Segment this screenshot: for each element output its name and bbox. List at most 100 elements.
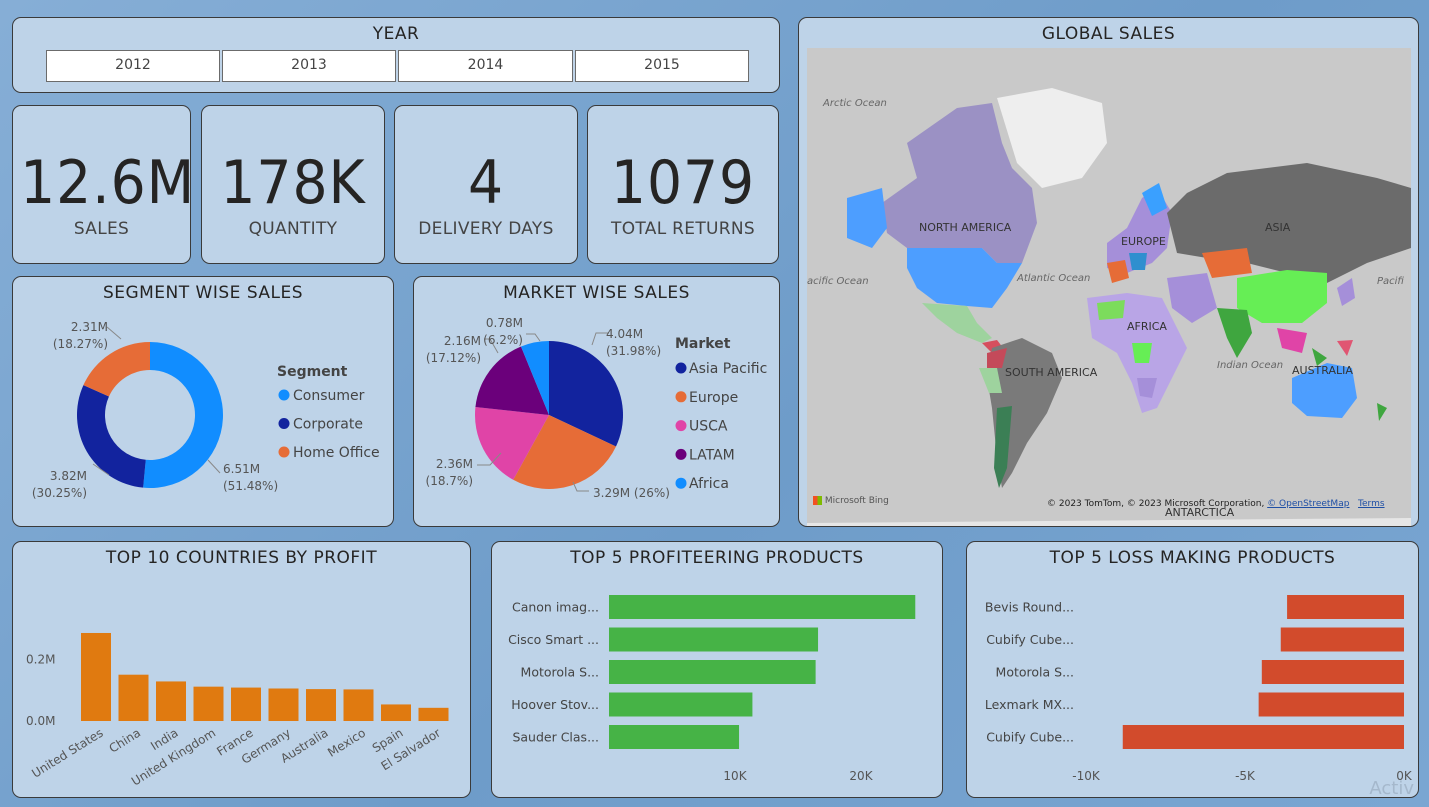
southeast-asia-region[interactable] xyxy=(1277,328,1307,353)
profit-product-bar[interactable] xyxy=(609,725,740,749)
attribution-text: © 2023 TomTom, © 2023 Microsoft Corporat… xyxy=(1047,499,1265,509)
segment-data-label-pct: (18.27%) xyxy=(53,337,108,351)
country-bar[interactable] xyxy=(306,689,336,721)
profit-product-bar[interactable] xyxy=(609,627,819,652)
segment-data-label-value: 2.31M xyxy=(71,320,108,334)
country-bar[interactable] xyxy=(81,632,111,721)
segment-data-label-value: 3.82M xyxy=(50,469,87,483)
mexico-region[interactable] xyxy=(922,303,992,343)
segment-data-label-value: 6.51M xyxy=(223,462,260,476)
country-bar[interactable] xyxy=(193,686,224,721)
market-data-label-value: 0.78M xyxy=(486,316,523,330)
year-option-2013[interactable]: 2013 xyxy=(222,50,396,82)
market-data-label-pct: (17.12%) xyxy=(426,351,481,365)
market-legend-item[interactable]: USCA xyxy=(689,419,728,435)
segment-legend-item[interactable]: Home Office xyxy=(293,445,380,461)
loss-product-bar[interactable] xyxy=(1258,692,1404,717)
india-region[interactable] xyxy=(1217,308,1252,358)
kpi-value: 12.6M xyxy=(20,148,191,218)
profit-product-bar[interactable] xyxy=(609,660,816,684)
year-option-2015[interactable]: 2015 xyxy=(575,50,749,82)
bar-category-label: Canon imag... xyxy=(512,600,599,615)
bar-category-label: Motorola S... xyxy=(521,665,599,680)
bar-category-label: Cisco Smart ... xyxy=(508,632,599,647)
market-legend-item[interactable]: LATAM xyxy=(689,447,735,463)
map-label-africa: AFRICA xyxy=(1127,320,1167,333)
kazakhstan-region[interactable] xyxy=(1202,248,1252,278)
segment-slice-consumer[interactable] xyxy=(143,342,224,488)
papua-region[interactable] xyxy=(1337,340,1353,356)
profit-product-bar[interactable] xyxy=(609,595,916,619)
loss-product-bar[interactable] xyxy=(1122,725,1404,749)
alaska-region[interactable] xyxy=(847,188,887,248)
market-data-label-pct: (6.2%) xyxy=(483,333,523,347)
country-bar[interactable] xyxy=(156,681,186,721)
market-legend-item[interactable]: Europe xyxy=(689,390,738,406)
global-sales-card: GLOBAL SALES NORTH AMERICA SOUTH AMERICA… xyxy=(798,17,1419,527)
x-axis-tick-label: -5K xyxy=(1235,769,1256,783)
loss-product-bar[interactable] xyxy=(1287,595,1404,619)
market-leader-line xyxy=(526,333,541,342)
kpi-card-sales: 12.6M SALES xyxy=(12,105,191,264)
market-data-label-pct: (18.7%) xyxy=(426,474,473,488)
country-bar[interactable] xyxy=(231,687,261,721)
legend-marker xyxy=(675,362,687,374)
country-bar[interactable] xyxy=(268,688,299,721)
market-pie-chart: 4.04M (31.98%) 3.29M (26%) 2.36M (18.7%) 2.16… xyxy=(426,316,768,500)
loss-product-bar[interactable] xyxy=(1261,660,1404,684)
new-zealand-region[interactable] xyxy=(1377,403,1387,421)
country-bar[interactable] xyxy=(343,689,374,721)
congo-region[interactable] xyxy=(1132,343,1152,363)
x-axis-tick-label: 20K xyxy=(849,769,873,783)
kpi-card-total-returns: 1079 TOTAL RETURNS xyxy=(587,105,779,264)
top-profit-products-card: TOP 5 PROFITEERING PRODUCTS Canon imag..… xyxy=(491,541,943,798)
market-legend-item[interactable]: Africa xyxy=(689,476,729,492)
y-axis-tick-label: 0.0M xyxy=(26,714,55,728)
bar-category-label: Lexmark MX... xyxy=(985,697,1074,712)
top-loss-products-card: TOP 5 LOSS MAKING PRODUCTS Bevis Round..… xyxy=(966,541,1419,798)
legend-marker xyxy=(675,448,687,460)
japan-region[interactable] xyxy=(1337,278,1355,306)
legend-marker xyxy=(675,477,687,489)
spain-region[interactable] xyxy=(1107,260,1129,283)
terms-link[interactable]: Terms xyxy=(1358,499,1385,509)
year-option-2012[interactable]: 2012 xyxy=(46,50,220,82)
segment-legend-item[interactable]: Consumer xyxy=(293,388,365,404)
segment-data-label-pct: (30.25%) xyxy=(32,486,87,500)
segment-legend-item[interactable]: Corporate xyxy=(293,417,363,433)
market-data-label-value: 2.36M xyxy=(436,457,473,471)
market-data-label-value: 3.29M (26%) xyxy=(593,486,670,500)
market-data-label-value: 4.04M xyxy=(606,327,643,341)
country-bar[interactable] xyxy=(381,704,411,721)
map-label-atlantic: Atlantic Ocean xyxy=(1016,273,1090,284)
top-countries-bar-chart: 0.0M0.2MUnited States China IndiaUnited Ki… xyxy=(26,632,449,789)
country-bar[interactable] xyxy=(418,707,449,721)
market-legend-title: Market xyxy=(675,336,731,352)
world-map[interactable]: NORTH AMERICA SOUTH AMERICA EUROPE AFRIC… xyxy=(807,48,1411,526)
profit-product-bar[interactable] xyxy=(609,692,753,717)
openstreetmap-link[interactable]: © OpenStreetMap xyxy=(1267,499,1349,509)
market-legend-item[interactable]: Asia Pacific xyxy=(689,361,767,377)
france-region[interactable] xyxy=(1129,253,1147,270)
map-label-south-america: SOUTH AMERICA xyxy=(1005,366,1098,379)
kpi-label: SALES xyxy=(73,219,130,239)
year-option-2014[interactable]: 2014 xyxy=(398,50,573,82)
bar-category-label: Bevis Round... xyxy=(985,600,1074,615)
x-axis-tick-label: United States xyxy=(29,726,105,781)
bar-category-label: Sauder Clas... xyxy=(512,730,599,745)
x-axis-tick-label: China xyxy=(107,726,143,756)
segment-slice-corporate[interactable] xyxy=(77,385,146,488)
antarctica-shape xyxy=(807,518,1411,526)
middle-east-region[interactable] xyxy=(1167,273,1217,323)
loss-product-bar[interactable] xyxy=(1280,627,1404,652)
bar-category-label: Hoover Stov... xyxy=(511,697,599,712)
algeria-region[interactable] xyxy=(1097,300,1125,320)
segment-data-label-pct: (51.48%) xyxy=(223,479,278,493)
microsoft-logo-icon xyxy=(813,496,822,505)
bar-category-label: Cubify Cube... xyxy=(986,730,1074,745)
legend-marker xyxy=(278,389,290,401)
country-bar[interactable] xyxy=(118,674,149,721)
map-attribution: © 2023 TomTom, © 2023 Microsoft Corporat… xyxy=(1047,499,1385,509)
china-region[interactable] xyxy=(1237,270,1327,323)
legend-marker xyxy=(278,418,290,429)
